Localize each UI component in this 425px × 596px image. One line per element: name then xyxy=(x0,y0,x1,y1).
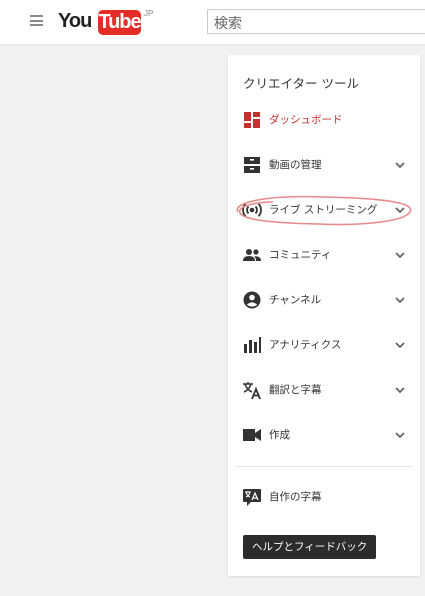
video-manager-icon xyxy=(244,157,260,173)
nav-item-label: 自作の字幕 xyxy=(269,491,322,503)
logo-region: JP xyxy=(144,9,154,18)
chevron-down-icon[interactable] xyxy=(394,429,406,441)
top-bar: You Tube JP 検索 xyxy=(0,0,425,45)
channel-icon xyxy=(243,291,261,309)
creator-tools-panel: クリエイター ツール ダッシュボード 動画の管理 ライブ ストリーミング コミュ… xyxy=(228,55,420,576)
logo-you-text: You xyxy=(58,10,92,32)
subtitles-icon xyxy=(243,489,261,506)
nav-item-community[interactable]: コミュニティ xyxy=(228,242,420,268)
chevron-down-icon[interactable] xyxy=(394,204,406,216)
nav-item-label: ライブ ストリーミング xyxy=(269,204,378,216)
nav-item-label: コミュニティ xyxy=(269,249,332,261)
nav-item-dashboard[interactable]: ダッシュボード xyxy=(228,107,420,133)
logo-tube-box: Tube xyxy=(98,10,142,35)
live-streaming-icon xyxy=(242,203,262,217)
help-feedback-button[interactable]: ヘルプとフィードバック xyxy=(243,535,377,559)
divider xyxy=(236,466,412,467)
menu-icon[interactable] xyxy=(30,15,43,26)
panel-title: クリエイター ツール xyxy=(243,76,359,91)
nav-item-create[interactable]: 作成 xyxy=(228,422,420,448)
nav-item-live-streaming[interactable]: ライブ ストリーミング xyxy=(228,197,420,223)
logo-tube-text: Tube xyxy=(98,11,141,33)
chevron-down-icon[interactable] xyxy=(394,249,406,261)
nav-item-analytics[interactable]: アナリティクス xyxy=(228,332,420,358)
nav-item-video-manager[interactable]: 動画の管理 xyxy=(228,152,420,178)
nav-item-label: チャンネル xyxy=(269,294,322,306)
chevron-down-icon[interactable] xyxy=(394,159,406,171)
chevron-down-icon[interactable] xyxy=(394,384,406,396)
nav-item-own-subtitles[interactable]: 自作の字幕 xyxy=(228,484,420,510)
nav-item-label: 動画の管理 xyxy=(269,159,322,171)
nav-item-channel[interactable]: チャンネル xyxy=(228,287,420,313)
analytics-icon xyxy=(244,337,261,353)
nav-item-label: ダッシュボード xyxy=(269,114,343,126)
dashboard-icon xyxy=(244,112,260,128)
nav-item-label: 翻訳と字幕 xyxy=(269,384,322,396)
video-camera-icon xyxy=(243,429,261,441)
community-icon xyxy=(243,249,261,261)
nav-item-label: アナリティクス xyxy=(269,339,342,351)
nav-item-translations[interactable]: 翻訳と字幕 xyxy=(228,377,420,403)
chevron-down-icon[interactable] xyxy=(394,339,406,351)
chevron-down-icon[interactable] xyxy=(394,294,406,306)
nav-item-label: 作成 xyxy=(269,429,290,441)
translate-icon xyxy=(243,382,261,400)
search-input[interactable]: 検索 xyxy=(207,9,425,34)
